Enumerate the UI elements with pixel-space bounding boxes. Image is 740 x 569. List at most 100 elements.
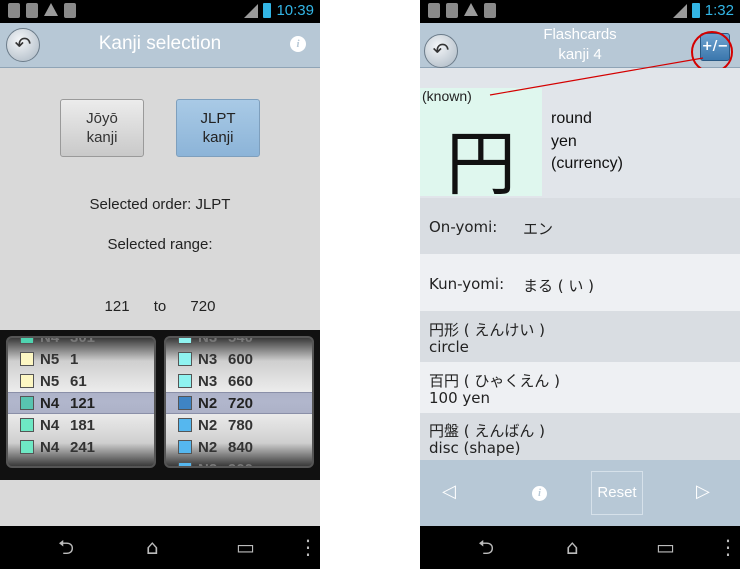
level-color-swatch	[178, 462, 192, 466]
jlpt-level: N3	[198, 372, 218, 390]
vocab-japanese: 百円 ( ひゃくえん )	[429, 372, 561, 390]
previous-icon[interactable]: ◁	[442, 481, 456, 502]
kanji-box[interactable]: 円	[420, 88, 542, 205]
phone-left: 10:39 ↶ Kanji selection i Jōyō kanji JLP…	[0, 0, 320, 569]
level-color-swatch	[20, 374, 34, 388]
level-color-swatch	[178, 418, 192, 432]
nav-recent-apps-icon[interactable]: ▭	[656, 537, 675, 557]
kanji-index: 1	[70, 350, 79, 368]
kanji-index: 780	[228, 416, 254, 434]
vocab-item[interactable]: 百円 ( ひゃくえん ) 100 yen	[420, 362, 740, 413]
navigation-bar: ⮌ ⌂ ▭ ⋮	[0, 526, 320, 569]
picker-row[interactable]: N4 301	[8, 338, 154, 348]
vocab-english: 100 yen	[429, 389, 491, 407]
picker-row[interactable]: N4 121	[8, 392, 154, 414]
vocab-japanese: 円盤 ( えんばん )	[429, 422, 546, 440]
on-yomi-value: エン	[523, 220, 554, 238]
picker-row[interactable]: N2 720	[166, 392, 312, 414]
kanji-index: 241	[70, 438, 96, 456]
on-yomi-label: On-yomi:	[429, 218, 498, 236]
jlpt-level: N4	[40, 416, 60, 434]
kanji-index: 900	[228, 461, 253, 467]
android-icon	[428, 3, 440, 18]
picker-row[interactable]: N3 600	[166, 348, 312, 370]
kanji-index: 720	[228, 394, 254, 412]
range-start-picker[interactable]: N4 301 N5 1 N5 61 N4 121 N4 181 N4 241	[6, 336, 156, 468]
picker-row[interactable]: N2 780	[166, 414, 312, 436]
joyo-kanji-label: Jōyō kanji	[86, 110, 118, 146]
kanji-index: 600	[228, 350, 254, 368]
jlpt-level: N2	[198, 416, 218, 434]
kun-yomi-row: Kun-yomi: まる ( い )	[420, 254, 740, 311]
title-bar: ↶ Flashcards kanji 4 +/−	[420, 23, 740, 73]
selection-content: Jōyō kanji JLPT kanji Selected order: JL…	[0, 68, 320, 526]
flashcard-toolbar: ◁ i Reset ▷	[420, 460, 740, 526]
picker-row[interactable]: N2900	[166, 458, 312, 467]
jlpt-kanji-button[interactable]: JLPT kanji	[176, 99, 260, 157]
range-to-word: to	[153, 298, 167, 315]
level-color-swatch	[20, 418, 34, 432]
selected-range-label: Selected range:	[107, 236, 213, 253]
clock: 1:32	[704, 2, 734, 19]
vocab-japanese: 円形 ( えんけい )	[429, 321, 546, 339]
level-color-swatch	[178, 440, 192, 454]
battery-icon	[691, 3, 700, 18]
picker-row[interactable]: N3 540	[166, 336, 312, 348]
vocab-english: circle	[429, 338, 469, 356]
jlpt-level: N5	[40, 350, 60, 368]
level-color-swatch	[20, 440, 34, 454]
battery-icon	[263, 3, 272, 18]
kanji-index: 540	[228, 336, 254, 346]
picker-row[interactable]: N2 840	[166, 436, 312, 458]
range-display: 121 to 720	[0, 298, 320, 315]
jlpt-level: N2	[198, 438, 218, 456]
joyo-kanji-button[interactable]: Jōyō kanji	[60, 99, 144, 157]
jlpt-kanji-label: JLPT kanji	[200, 110, 236, 146]
nav-back-icon[interactable]: ⮌	[478, 537, 494, 557]
picker-row[interactable]: N4 241	[8, 436, 154, 458]
nav-menu-icon[interactable]: ⋮	[718, 537, 738, 557]
page-title: Flashcards	[543, 26, 617, 43]
nav-back-icon[interactable]: ⮌	[58, 537, 74, 557]
nav-menu-icon[interactable]: ⋮	[298, 537, 318, 557]
reset-button[interactable]: Reset	[591, 471, 643, 515]
kun-yomi-label: Kun-yomi:	[429, 275, 505, 293]
range-picker-area: N4 301 N5 1 N5 61 N4 121 N4 181 N4 241 N3 540 N3 600 N3…	[0, 330, 320, 480]
info-icon[interactable]: i	[290, 36, 306, 52]
image-icon	[484, 3, 496, 18]
picker-row[interactable]: N5 1	[8, 348, 154, 370]
range-end-picker[interactable]: N3540N3600N3660N2720N2780N2840N2900	[164, 336, 314, 468]
kun-yomi-value: まる ( い )	[523, 277, 595, 295]
kanji-index: 181	[70, 416, 96, 434]
kanji-index: 660	[228, 372, 254, 390]
status-bar: 10:39	[0, 0, 320, 23]
navigation-bar: ⮌ ⌂ ▭ ⋮	[420, 526, 740, 569]
picker-row[interactable]: N4 181	[8, 414, 154, 436]
usb-icon	[446, 3, 458, 18]
signal-icon	[244, 3, 259, 18]
next-icon[interactable]: ▷	[696, 481, 710, 502]
level-color-swatch	[20, 396, 34, 410]
meaning-line: (currency)	[551, 155, 624, 172]
jlpt-level: N2	[198, 461, 228, 467]
kanji-character: 円	[446, 123, 516, 205]
warning-icon	[464, 3, 478, 16]
nav-home-icon[interactable]: ⌂	[566, 537, 579, 557]
level-color-swatch	[178, 374, 192, 388]
vocab-item[interactable]: 円盤 ( えんばん ) disc (shape)	[420, 413, 740, 460]
picker-row[interactable]: N3 660	[166, 370, 312, 392]
vocab-item[interactable]: 円形 ( えんけい ) circle	[420, 311, 740, 362]
highlight-circle	[691, 31, 733, 73]
meaning-line: yen	[551, 132, 577, 150]
title-bar: ↶ Kanji selection i	[0, 23, 320, 68]
jlpt-level: N4	[40, 394, 60, 412]
nav-recent-apps-icon[interactable]: ▭	[236, 537, 255, 557]
known-status: (known)	[422, 88, 472, 104]
level-color-swatch	[178, 396, 192, 410]
android-icon	[8, 3, 20, 18]
nav-home-icon[interactable]: ⌂	[146, 537, 159, 557]
info-icon[interactable]: i	[532, 486, 547, 501]
vocab-english: disc (shape)	[429, 439, 521, 457]
jlpt-level: N3	[198, 336, 218, 346]
picker-row[interactable]: N5 61	[8, 370, 154, 392]
